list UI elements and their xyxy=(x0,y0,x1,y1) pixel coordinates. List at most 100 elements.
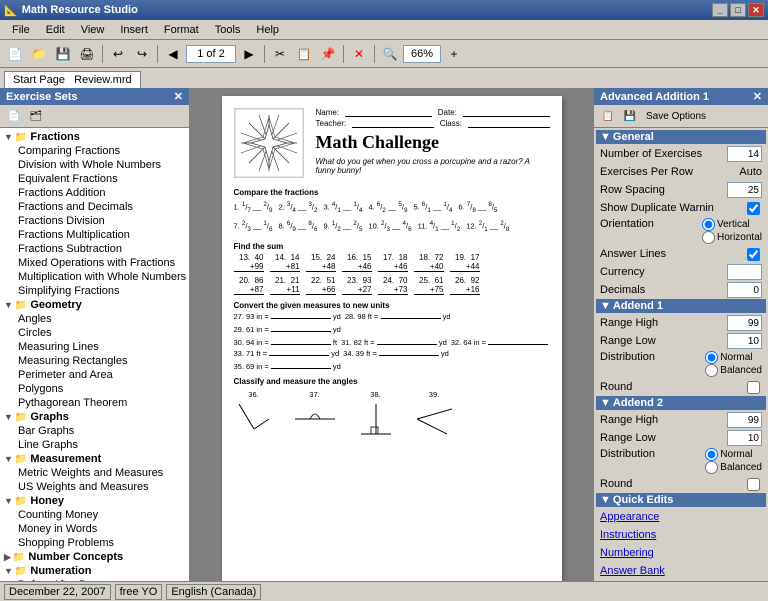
tree-item-mixed-operations[interactable]: Mixed Operations with Fractions xyxy=(16,256,187,270)
redo-button[interactable]: ↪ xyxy=(131,43,153,65)
delete-button[interactable]: ✕ xyxy=(348,43,370,65)
tree-item-bar-graphs[interactable]: Bar Graphs xyxy=(16,424,187,438)
addend2-balanced-radio[interactable] xyxy=(705,461,718,474)
open-button[interactable]: 📁 xyxy=(28,43,50,65)
tree-parent-graphs[interactable]: ▼ 📁 Graphs xyxy=(2,410,187,424)
minimize-button[interactable]: _ xyxy=(712,3,728,17)
tree-item-mult-whole[interactable]: Multiplication with Whole Numbers xyxy=(16,270,187,284)
next-page-button[interactable]: ▶ xyxy=(238,43,260,65)
tree-item-circles[interactable]: Circles xyxy=(16,326,187,340)
menu-view[interactable]: View xyxy=(73,22,113,38)
tree-parent-numeration[interactable]: ▼ 📁 Numeration xyxy=(2,564,187,578)
currency-input[interactable] xyxy=(727,264,762,280)
copy-button[interactable]: 📋 xyxy=(293,43,315,65)
tree-item-counting-money[interactable]: Counting Money xyxy=(16,508,187,522)
page-nav-input[interactable] xyxy=(186,45,236,63)
answer-bank-link[interactable]: Answer Bank xyxy=(600,565,762,577)
tree-item-metric[interactable]: Metric Weights and Measures xyxy=(16,466,187,480)
right-toolbar-props-btn[interactable]: 📋 xyxy=(598,107,618,125)
tree-item-us-weights[interactable]: US Weights and Measures xyxy=(16,480,187,494)
tree-item-fractions-addition[interactable]: Fractions Addition xyxy=(16,186,187,200)
prev-page-button[interactable]: ◀ xyxy=(162,43,184,65)
section-quick-edits-header[interactable]: ▼ Quick Edits xyxy=(596,493,766,507)
close-button[interactable]: ✕ xyxy=(748,3,764,17)
undo-button[interactable]: ↩ xyxy=(107,43,129,65)
tree-item-angles[interactable]: Angles xyxy=(16,312,187,326)
new-button[interactable]: 📄 xyxy=(4,43,26,65)
paste-button[interactable]: 📌 xyxy=(317,43,339,65)
menu-tools[interactable]: Tools xyxy=(207,22,249,38)
prop-addend1-low: Range Low xyxy=(596,332,766,350)
orientation-vertical-radio[interactable] xyxy=(702,218,715,231)
tree-item-equivalent-fractions[interactable]: Equivalent Fractions xyxy=(16,172,187,186)
addend1-low-input[interactable] xyxy=(727,333,762,349)
tree-item-fractions-decimals[interactable]: Fractions and Decimals xyxy=(16,200,187,214)
tree-item-simplifying[interactable]: Simplifying Fractions xyxy=(16,284,187,298)
tree-item-line-graphs[interactable]: Line Graphs xyxy=(16,438,187,452)
menu-format[interactable]: Format xyxy=(156,22,207,38)
addend1-round-checkbox[interactable] xyxy=(747,381,760,394)
section-addend1-header[interactable]: ▼ Addend 1 xyxy=(596,299,766,313)
addend1-high-input[interactable] xyxy=(727,315,762,331)
zoom-input[interactable] xyxy=(403,45,441,63)
convert-35: 35. 69 in = yd xyxy=(234,362,341,371)
show-duplicate-checkbox[interactable] xyxy=(747,202,760,215)
tree-parent-fractions[interactable]: ▼ 📁 Fractions xyxy=(2,130,187,144)
addend1-normal-radio[interactable] xyxy=(705,351,718,364)
orientation-horizontal-radio[interactable] xyxy=(702,231,715,244)
convert-27: 27. 93 in = yd xyxy=(234,312,341,321)
addend2-low-input[interactable] xyxy=(727,430,762,446)
print-button[interactable]: 🖨 xyxy=(76,43,98,65)
tree-item-division-whole[interactable]: Division with Whole Numbers xyxy=(16,158,187,172)
zoom-in-button[interactable]: + xyxy=(443,43,465,65)
window-controls[interactable]: _ □ ✕ xyxy=(712,3,764,17)
tree-item-fractions-subtraction[interactable]: Fractions Subtraction xyxy=(16,242,187,256)
instructions-link[interactable]: Instructions xyxy=(600,529,762,541)
tree-parent-number-concepts[interactable]: ▶ 📁 Number Concepts xyxy=(2,550,187,564)
left-toolbar-btn-2[interactable]: 🗂 xyxy=(26,107,46,125)
menu-file[interactable]: File xyxy=(4,22,38,38)
cut-button[interactable]: ✂ xyxy=(269,43,291,65)
money-children: Counting Money Money in Words Shopping P… xyxy=(16,508,187,550)
numbering-link[interactable]: Numbering xyxy=(600,547,762,559)
menu-edit[interactable]: Edit xyxy=(38,22,73,38)
tree-parent-measurement[interactable]: ▼ 📁 Measurement xyxy=(2,452,187,466)
doc-container[interactable]: Name: Date: Teacher: Class: Math Challen… xyxy=(190,88,593,581)
right-panel-close-icon[interactable]: ✕ xyxy=(753,90,762,103)
tree-item-comparing-fractions[interactable]: Comparing Fractions xyxy=(16,144,187,158)
num-exercises-input[interactable] xyxy=(727,146,762,162)
tree-item-polygons[interactable]: Polygons xyxy=(16,382,187,396)
decimals-input[interactable] xyxy=(727,282,762,298)
add-18: 18. 72 +40 xyxy=(414,253,444,272)
tree-item-shopping[interactable]: Shopping Problems xyxy=(16,536,187,550)
tree-item-money-words[interactable]: Money in Words xyxy=(16,522,187,536)
left-toolbar-btn-1[interactable]: 📄 xyxy=(4,107,24,125)
tree-item-perimeter[interactable]: Perimeter and Area xyxy=(16,368,187,382)
section-general-header[interactable]: ▼ General xyxy=(596,130,766,144)
maximize-button[interactable]: □ xyxy=(730,3,746,17)
tree-parent-geometry[interactable]: ▼ 📁 Geometry xyxy=(2,298,187,312)
tree-parent-money[interactable]: ▼ 📁 Honey xyxy=(2,494,187,508)
tab-review[interactable]: Start Page Review.mrd xyxy=(4,71,141,88)
left-panel-close-icon[interactable]: ✕ xyxy=(174,90,183,103)
addend2-normal-radio[interactable] xyxy=(705,448,718,461)
addend2-high-input[interactable] xyxy=(727,412,762,428)
menu-insert[interactable]: Insert xyxy=(112,22,156,38)
section-convert: Convert the given measures to new units xyxy=(234,301,550,310)
right-toolbar-save-btn[interactable]: 💾 xyxy=(620,107,640,125)
row-spacing-input[interactable] xyxy=(727,182,762,198)
section-addend2-header[interactable]: ▼ Addend 2 xyxy=(596,396,766,410)
answer-lines-checkbox[interactable] xyxy=(747,248,760,261)
addend1-balanced-radio[interactable] xyxy=(705,364,718,377)
appearance-link[interactable]: Appearance xyxy=(600,511,762,523)
save-options-label: Save Options xyxy=(646,111,706,122)
zoom-out-button[interactable]: 🔍 xyxy=(379,43,401,65)
tree-item-measuring-lines[interactable]: Measuring Lines xyxy=(16,340,187,354)
tree-item-fractions-division[interactable]: Fractions Division xyxy=(16,214,187,228)
tree-item-measuring-rect[interactable]: Measuring Rectangles xyxy=(16,354,187,368)
menu-help[interactable]: Help xyxy=(248,22,287,38)
save-button[interactable]: 💾 xyxy=(52,43,74,65)
tree-item-fractions-multiplication[interactable]: Fractions Multiplication xyxy=(16,228,187,242)
addend2-round-checkbox[interactable] xyxy=(747,478,760,491)
tree-item-pythagorean[interactable]: Pythagorean Theorem xyxy=(16,396,187,410)
